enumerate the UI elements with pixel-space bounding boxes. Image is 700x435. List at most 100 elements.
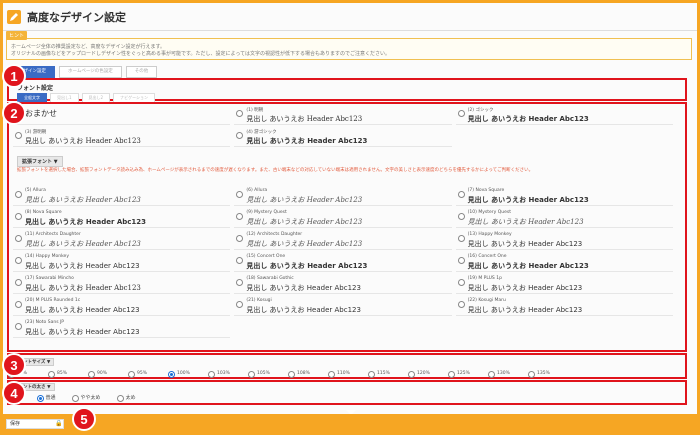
font-option-ext[interactable]: (8) Nova Square 見出し あいうえお Header Abc123 [13, 209, 231, 228]
font-size-option[interactable]: 115% [368, 370, 408, 379]
font-option-ext[interactable]: (17) Sawarabi Mincho 見出し あいうえお Header Abc… [13, 275, 231, 294]
radio-button[interactable] [36, 395, 44, 402]
font-option-2[interactable]: (2) ゴシック 見出し あいうえお Header Abc123 [455, 106, 673, 125]
radio-button[interactable] [208, 371, 215, 378]
font-size-option[interactable]: 95% [128, 370, 168, 379]
font-option-ext[interactable]: (12) Architects Daughter 見出し あいうえお Header… [234, 231, 452, 250]
radio-button[interactable] [368, 371, 375, 378]
font-option-ext[interactable]: (6) Allura 見出し あいうえお Header Abc123 [234, 187, 452, 206]
font-option-ext[interactable]: (23) Noto Sans JP 見出し あいうえお Header Abc123 [13, 319, 231, 338]
radio-button[interactable] [457, 279, 465, 286]
radio-button[interactable] [236, 110, 244, 117]
radio-button[interactable] [15, 213, 22, 220]
radio-button[interactable] [15, 132, 22, 139]
font-option-ext[interactable]: (11) Architects Daughter 見出し あいうえお Header… [13, 231, 231, 250]
font-option-ext[interactable]: (7) Nova Square 見出し あいうえお Header Abc123 [455, 187, 673, 206]
radio-button[interactable] [408, 371, 415, 378]
divider [3, 30, 697, 31]
font-preview: 見出し あいうえお Header Abc123 [246, 115, 363, 123]
radio-button[interactable] [488, 371, 495, 378]
font-size-label: 110% [337, 371, 350, 376]
radio-button[interactable] [236, 132, 244, 139]
font-option-name: (15) Concert One [246, 254, 286, 259]
weight-option-normal[interactable]: 普通 [36, 394, 56, 403]
weight-option-semibold[interactable]: やや太め [71, 394, 101, 403]
help-box: ヒント ホームページ全体の推奨設定など、高度なデザイン設定が行えます。 オリジナ… [6, 31, 692, 60]
font-preview: 見出し あいうえお Header Abc123 [25, 240, 141, 248]
radio-button[interactable] [15, 323, 22, 330]
font-size-label: 90% [97, 371, 108, 376]
font-option-1[interactable]: (1) 明朝 見出し あいうえお Header Abc123 [234, 106, 452, 125]
font-option-ext[interactable]: (20) M PLUS Rounded 1c 見出し あいうえお Header A… [13, 297, 231, 316]
font-option-ext[interactable]: (5) Allura 見出し あいうえお Header Abc123 [13, 187, 231, 206]
font-option-ext[interactable]: (16) Concert One 見出し あいうえお Header Abc123 [455, 253, 673, 272]
radio-button[interactable] [71, 395, 79, 402]
tab-color[interactable]: ホームページの色設定 [59, 66, 122, 78]
radio-button[interactable] [236, 257, 244, 264]
font-size-option[interactable]: 90% [88, 370, 128, 379]
radio-button[interactable] [457, 257, 465, 264]
radio-button[interactable] [128, 371, 135, 378]
font-option-name: (11) Architects Daughter [25, 232, 81, 237]
radio-button[interactable] [88, 371, 95, 378]
extended-fonts-toggle[interactable]: 拡張フォント ▼ [17, 156, 63, 167]
radio-button[interactable] [15, 279, 22, 286]
font-option-name: (23) Noto Sans JP [25, 320, 65, 325]
radio-button[interactable] [48, 371, 55, 378]
radio-button[interactable] [457, 191, 465, 198]
font-size-option[interactable]: 85% [48, 370, 88, 379]
font-size-option[interactable]: 130% [488, 370, 528, 379]
font-size-option[interactable]: 120% [408, 370, 448, 379]
radio-button[interactable] [236, 191, 244, 198]
font-option-ext[interactable]: (21) Kosugi 見出し あいうえお Header Abc123 [234, 297, 452, 316]
font-option-ext[interactable]: (15) Concert One 見出し あいうえお Header Abc123 [234, 253, 452, 272]
font-option-ext[interactable]: (14) Happy Monkey 見出し あいうえお Header Abc123 [13, 253, 231, 272]
font-option-4[interactable]: (4) 游ゴシック 見出し あいうえお Header Abc123 [234, 128, 452, 147]
font-option-omakase[interactable]: おまかせ [13, 106, 231, 125]
font-size-option[interactable]: 105% [248, 370, 288, 379]
font-option-ext[interactable]: (13) Happy Monkey 見出し あいうえお Header Abc123 [455, 231, 673, 250]
radio-button[interactable] [15, 257, 22, 264]
font-preview: 見出し あいうえお Header Abc123 [25, 262, 140, 270]
radio-button[interactable] [457, 213, 465, 220]
page-title: 高度なデザイン設定 [27, 11, 126, 24]
weight-option-bold[interactable]: 太め [116, 394, 136, 403]
help-line-1: ホームページ全体の推奨設定など、高度なデザイン設定が行えます。 [11, 44, 166, 50]
radio-button[interactable] [457, 235, 465, 242]
radio-button[interactable] [457, 301, 465, 308]
radio-button[interactable] [236, 213, 244, 220]
font-option-ext[interactable]: (18) Sawarabi Gothic 見出し あいうえお Header Abc… [234, 275, 452, 294]
font-size-option[interactable]: 110% [328, 370, 368, 379]
radio-button[interactable] [236, 235, 244, 242]
radio-button[interactable] [288, 371, 295, 378]
font-size-options: 80%85%90%95%100%103%105%108%110%115%120%… [8, 370, 568, 379]
radio-button[interactable] [15, 191, 22, 198]
radio-button[interactable] [15, 301, 22, 308]
font-size-option[interactable]: 125% [448, 370, 488, 379]
tab-other[interactable]: その他 [125, 66, 158, 78]
radio-button[interactable] [236, 279, 244, 286]
radio-button[interactable] [236, 301, 244, 308]
font-size-option[interactable]: 100% [168, 370, 208, 379]
font-size-label: 95% [137, 371, 148, 376]
font-option-ext[interactable]: (10) Mystery Quest 見出し あいうえお Header Abc12… [455, 209, 673, 228]
font-size-label: 85% [57, 371, 68, 376]
radio-button[interactable] [328, 371, 335, 378]
font-size-option[interactable]: 103% [208, 370, 248, 379]
radio-button[interactable] [528, 371, 535, 378]
annotation-badge-5: 5 [72, 407, 96, 431]
font-size-option[interactable]: 135% [528, 370, 568, 379]
font-size-option[interactable]: 108% [288, 370, 328, 379]
font-preview: 見出し あいうえお Header Abc123 [467, 284, 583, 292]
radio-button[interactable] [448, 371, 455, 378]
font-option-name: (3) 游明朝 [25, 130, 47, 135]
font-option-ext[interactable]: (9) Mystery Quest 見出し あいうえお Header Abc123 [234, 209, 452, 228]
font-option-3[interactable]: (3) 游明朝 見出し あいうえお Header Abc123 [13, 128, 231, 147]
radio-button[interactable] [457, 110, 465, 117]
radio-button[interactable] [116, 395, 124, 402]
radio-button[interactable] [168, 371, 175, 378]
radio-button[interactable] [248, 371, 255, 378]
font-option-ext[interactable]: (22) Kosugi Maru 見出し あいうえお Header Abc123 [455, 297, 673, 316]
font-option-ext[interactable]: (19) M PLUS 1p 見出し あいうえお Header Abc123 [455, 275, 673, 294]
radio-button[interactable] [15, 235, 22, 242]
